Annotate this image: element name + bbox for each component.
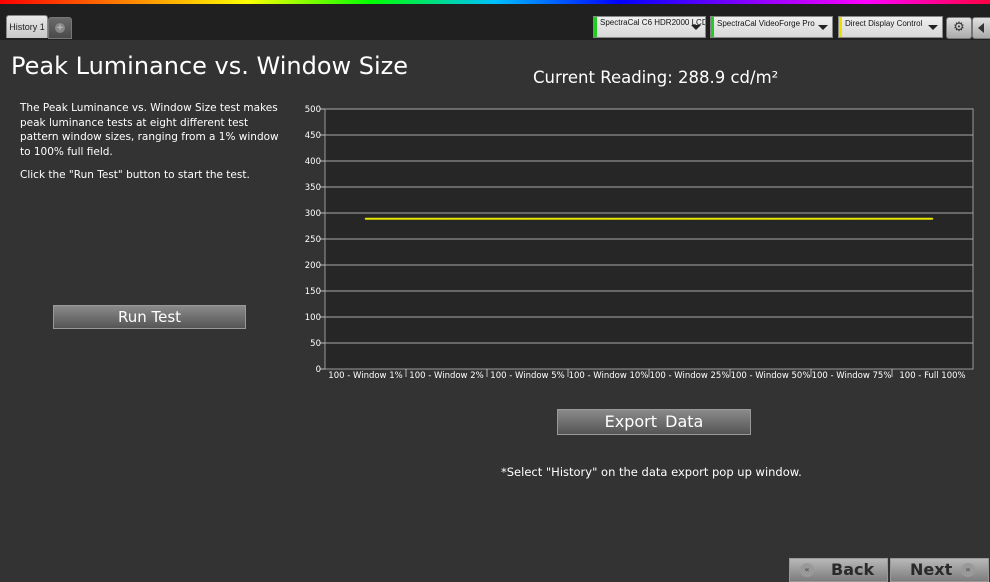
gear-icon: ⚙ <box>953 20 965 35</box>
settings-button[interactable]: ⚙ <box>946 17 972 39</box>
y-tick-label: 250 <box>305 235 321 245</box>
x-tick-label: 100 - Window 75% <box>812 371 892 381</box>
data-point <box>445 217 448 220</box>
luminance-chart: 0 50 100 150 200 250 300 350 400 450 500 100 - Wind… <box>305 105 974 381</box>
data-point <box>850 217 853 220</box>
page-title: Peak Luminance vs. Window Size <box>11 52 409 80</box>
y-tick-label: 450 <box>305 131 321 141</box>
generator-select-label: SpectraCal VideoForge Pro <box>717 19 815 28</box>
data-point <box>688 217 691 220</box>
instruction-paragraph: Click the "Run Test" button to start the… <box>20 169 250 181</box>
plus-icon: + <box>55 23 65 33</box>
generator-select[interactable]: SpectraCal VideoForge Pro <box>710 16 833 38</box>
data-point <box>769 217 772 220</box>
x-tick-label: 100 - Window 2% <box>409 371 483 381</box>
current-reading: Current Reading: 288.9 cd/m² <box>533 68 779 87</box>
data-point <box>364 217 367 220</box>
x-tick-label: 100 - Window 50% <box>731 371 811 381</box>
x-tick-label: 100 - Window 1% <box>328 371 402 381</box>
description-paragraph: The Peak Luminance vs. Window Size test … <box>20 102 279 158</box>
x-tick-label: 100 - Window 10% <box>569 371 649 381</box>
tab-history-1[interactable]: History 1 <box>6 15 48 38</box>
display-control-select-label: Direct Display Control <box>845 19 923 28</box>
export-note: *Select "History" on the data export pop… <box>501 465 802 479</box>
collapse-panel-button[interactable] <box>972 17 990 39</box>
chevron-down-icon <box>928 25 938 30</box>
back-arrow-icon: « <box>800 563 814 577</box>
test-description: The Peak Luminance vs. Window Size test … <box>20 101 288 192</box>
x-tick-label: 100 - Window 5% <box>490 371 564 381</box>
x-tick-label: 100 - Full 100% <box>899 371 965 381</box>
generator-status-indicator <box>711 17 714 37</box>
chevron-down-icon <box>691 25 701 30</box>
y-tick-label: 300 <box>305 209 321 219</box>
add-tab-button[interactable]: + <box>48 17 72 39</box>
display-control-select[interactable]: Direct Display Control <box>838 16 943 38</box>
back-label: Back <box>831 560 875 579</box>
data-point <box>526 217 529 220</box>
next-button[interactable]: Next » <box>890 558 989 582</box>
y-tick-label: 350 <box>305 183 321 193</box>
y-tick-label: 400 <box>305 157 321 167</box>
data-point <box>931 217 934 220</box>
display-control-status-indicator <box>839 17 842 37</box>
x-tick-label: 100 - Window 25% <box>650 371 730 381</box>
y-tick-label: 200 <box>305 261 321 271</box>
y-tick-label: 50 <box>310 339 321 349</box>
meter-status-indicator <box>594 17 597 37</box>
y-tick-label: 500 <box>305 105 321 115</box>
data-point <box>607 217 610 220</box>
y-tick-label: 100 <box>305 313 321 323</box>
chevron-down-icon <box>818 25 828 30</box>
next-label: Next <box>910 560 953 579</box>
y-tick-label: 0 <box>316 365 321 375</box>
back-button[interactable]: « Back <box>789 558 888 582</box>
meter-select[interactable]: SpectraCal C6 HDR2000 LCD (LED White) <box>593 16 706 38</box>
y-tick-label: 150 <box>305 287 321 297</box>
export-data-button[interactable]: Export Data <box>557 409 751 435</box>
next-arrow-icon: » <box>961 563 975 577</box>
run-test-button[interactable]: Run Test <box>53 305 246 329</box>
